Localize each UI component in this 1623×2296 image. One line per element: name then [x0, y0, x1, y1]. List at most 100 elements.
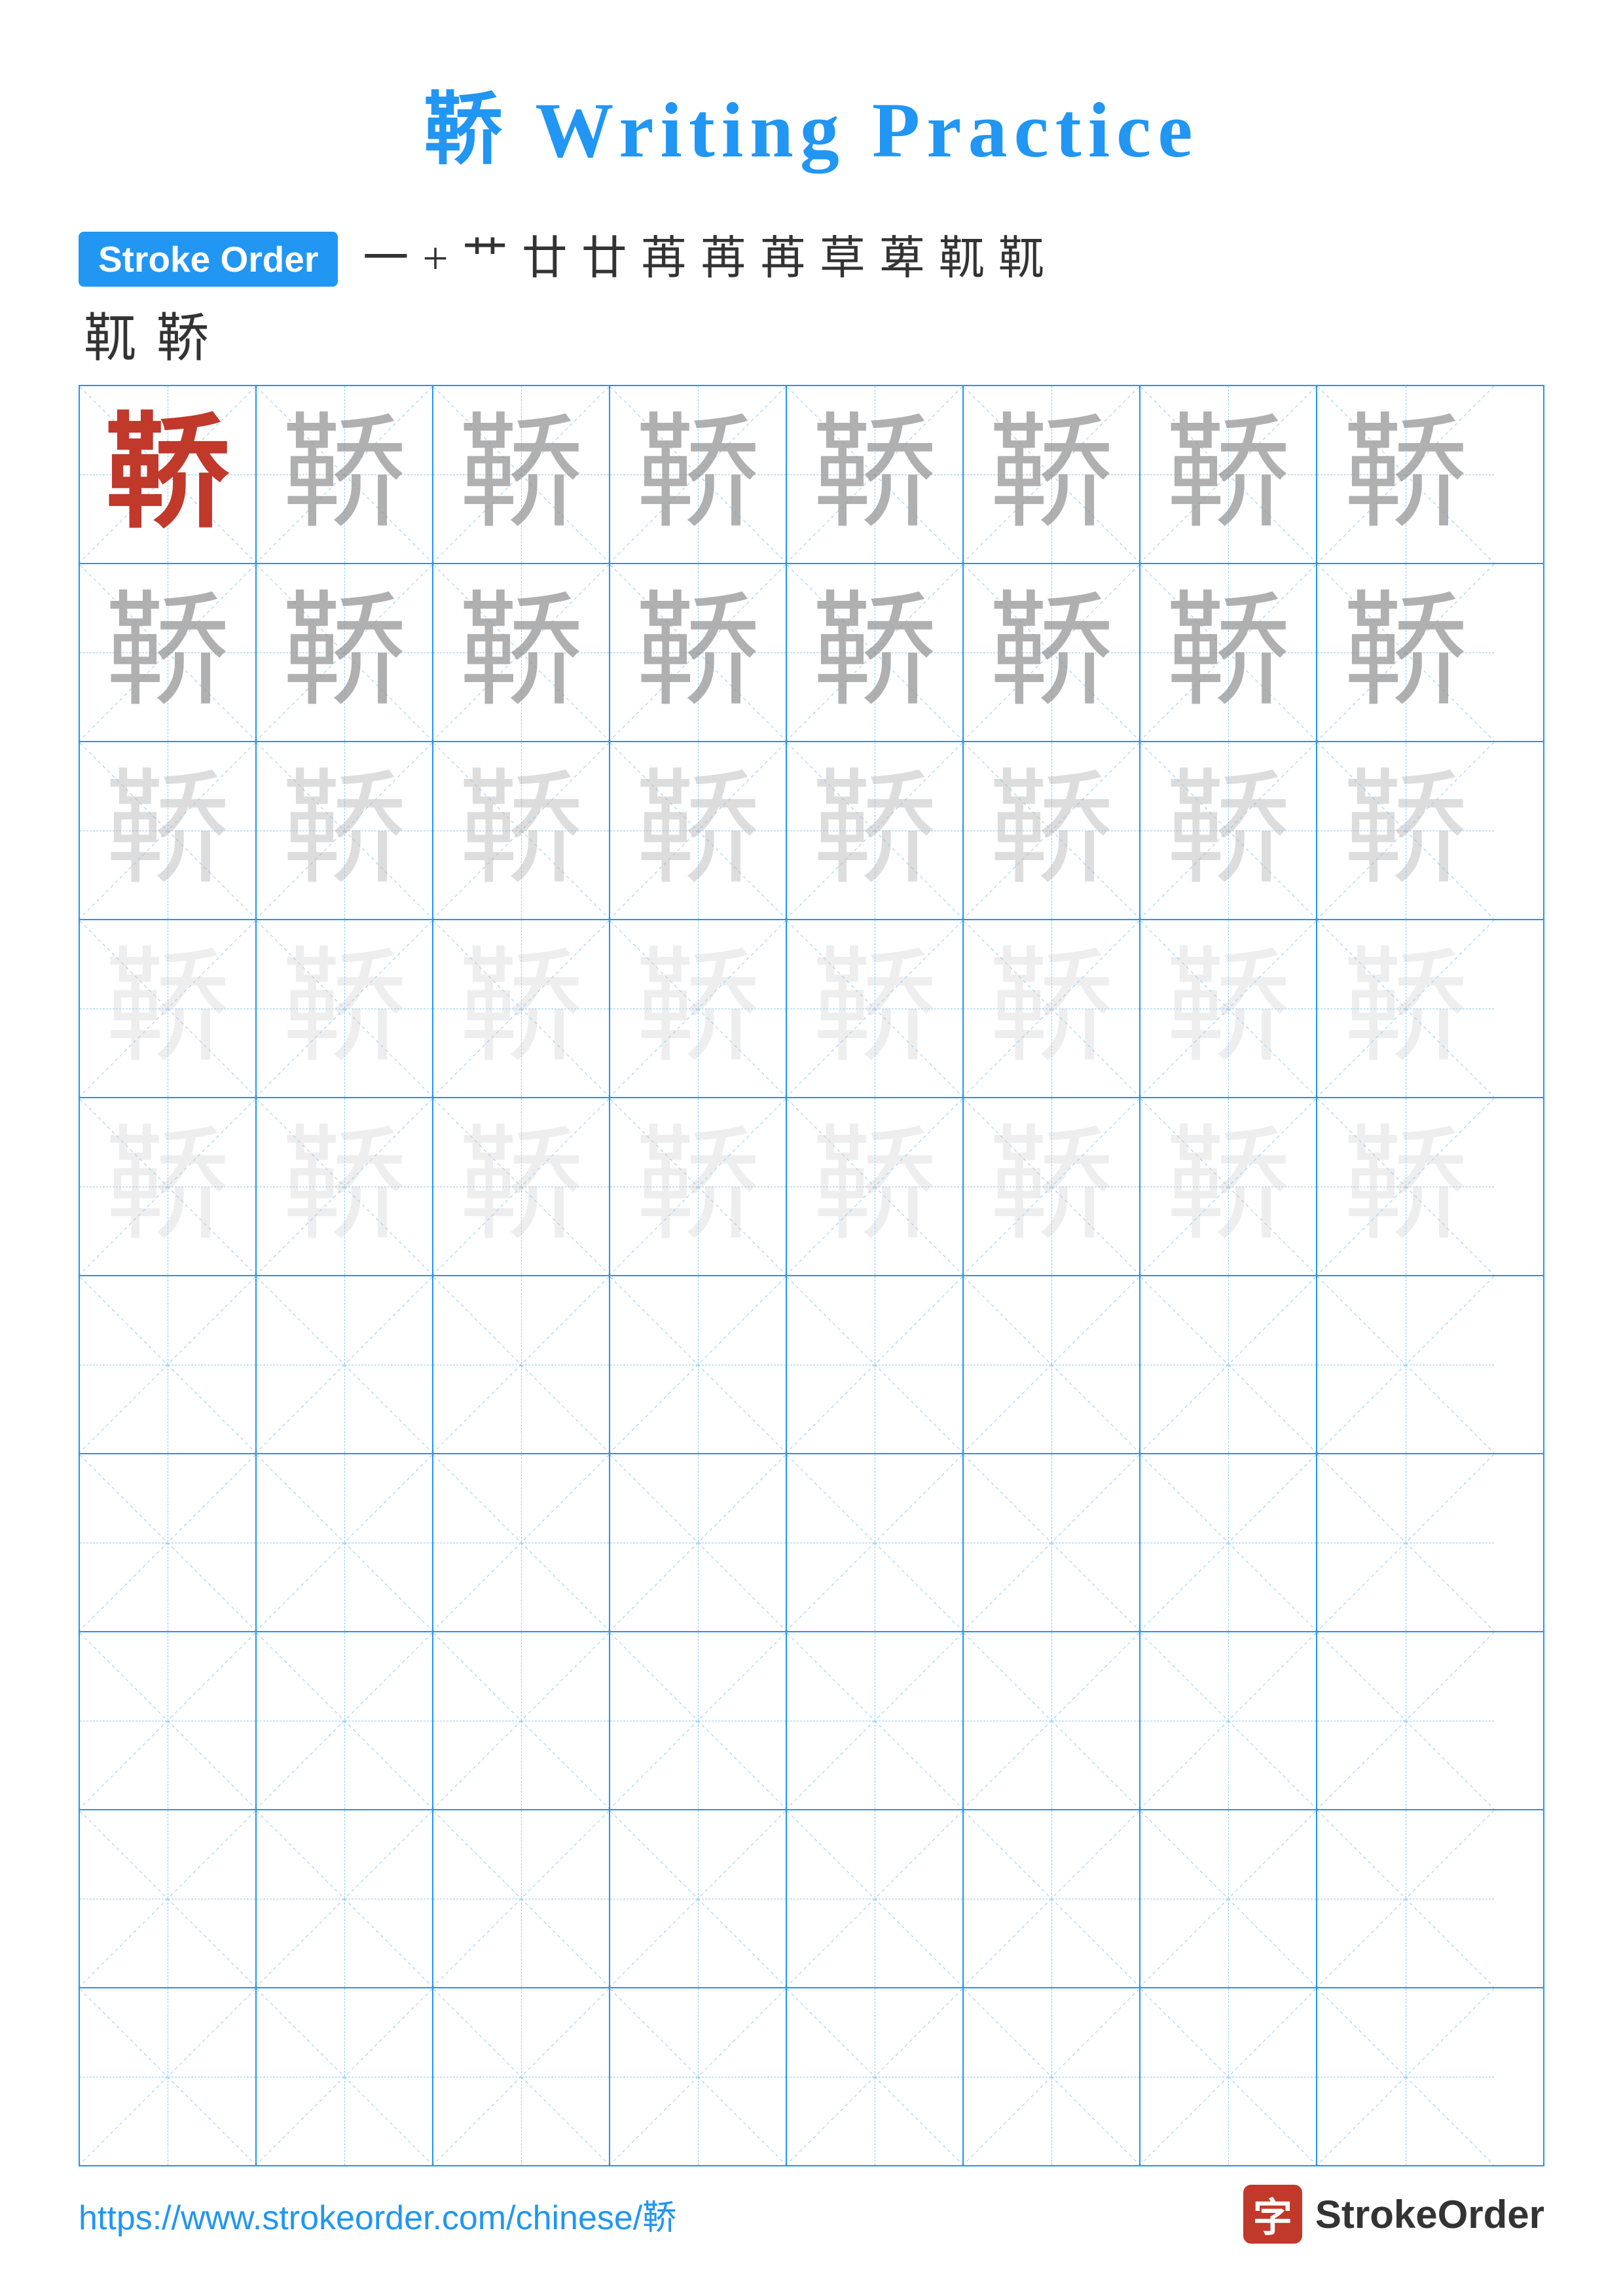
- grid-cell-6-4[interactable]: [787, 1454, 964, 1631]
- practice-char: 鞒: [459, 590, 583, 715]
- grid-cell-1-6[interactable]: 鞒: [1140, 564, 1317, 741]
- grid-cell-4-3[interactable]: 鞒: [610, 1098, 787, 1275]
- grid-cell-6-1[interactable]: [257, 1454, 433, 1631]
- grid-cell-0-6[interactable]: 鞒: [1140, 386, 1317, 563]
- practice-char: 鞒: [282, 590, 407, 715]
- stroke-seq-char-0: 一: [357, 236, 414, 282]
- grid-cell-0-1[interactable]: 鞒: [257, 386, 433, 563]
- grid-cell-0-2[interactable]: 鞒: [433, 386, 610, 563]
- grid-cell-9-1[interactable]: [257, 1988, 433, 2165]
- grid-cell-4-7[interactable]: 鞒: [1317, 1098, 1494, 1275]
- grid-cell-6-0[interactable]: [80, 1454, 257, 1631]
- grid-cell-4-0[interactable]: 鞒: [80, 1098, 257, 1275]
- grid-cell-0-7[interactable]: 鞒: [1317, 386, 1494, 563]
- grid-cell-7-3[interactable]: [610, 1632, 787, 1809]
- stroke-seq-char-3: 廿: [517, 236, 573, 282]
- grid-cell-8-7[interactable]: [1317, 1810, 1494, 1987]
- grid-cell-3-5[interactable]: 鞒: [964, 920, 1140, 1097]
- grid-cell-5-0[interactable]: [80, 1276, 257, 1453]
- grid-cell-7-4[interactable]: [787, 1632, 964, 1809]
- grid-cell-2-5[interactable]: 鞒: [964, 742, 1140, 919]
- grid-cell-4-5[interactable]: 鞒: [964, 1098, 1140, 1275]
- grid-cell-8-4[interactable]: [787, 1810, 964, 1987]
- grid-cell-4-4[interactable]: 鞒: [787, 1098, 964, 1275]
- grid-cell-3-2[interactable]: 鞒: [433, 920, 610, 1097]
- practice-char: 鞒: [282, 946, 407, 1071]
- stroke-seq-char-8: 草: [814, 236, 871, 282]
- stroke-below-char-0: 靰: [79, 313, 141, 365]
- grid-cell-4-6[interactable]: 鞒: [1140, 1098, 1317, 1275]
- grid-cell-7-0[interactable]: [80, 1632, 257, 1809]
- grid-cell-8-5[interactable]: [964, 1810, 1140, 1987]
- grid-cell-6-7[interactable]: [1317, 1454, 1494, 1631]
- grid-cell-6-5[interactable]: [964, 1454, 1140, 1631]
- grid-cell-5-5[interactable]: [964, 1276, 1140, 1453]
- grid-cell-2-3[interactable]: 鞒: [610, 742, 787, 919]
- grid-cell-3-0[interactable]: 鞒: [80, 920, 257, 1097]
- grid-cell-7-1[interactable]: [257, 1632, 433, 1809]
- grid-cell-2-2[interactable]: 鞒: [433, 742, 610, 919]
- grid-cell-3-7[interactable]: 鞒: [1317, 920, 1494, 1097]
- grid-cell-8-3[interactable]: [610, 1810, 787, 1987]
- grid-cell-9-5[interactable]: [964, 1988, 1140, 2165]
- grid-cell-1-2[interactable]: 鞒: [433, 564, 610, 741]
- grid-cell-5-6[interactable]: [1140, 1276, 1317, 1453]
- grid-cell-2-0[interactable]: 鞒: [80, 742, 257, 919]
- stroke-seq-char-11: 靰: [993, 236, 1049, 282]
- grid-cell-2-4[interactable]: 鞒: [787, 742, 964, 919]
- grid-cell-5-7[interactable]: [1317, 1276, 1494, 1453]
- grid-cell-9-2[interactable]: [433, 1988, 610, 2165]
- grid-cell-2-1[interactable]: 鞒: [257, 742, 433, 919]
- grid-cell-2-6[interactable]: 鞒: [1140, 742, 1317, 919]
- grid-cell-1-7[interactable]: 鞒: [1317, 564, 1494, 741]
- grid-cell-9-6[interactable]: [1140, 1988, 1317, 2165]
- practice-char: 鞒: [105, 412, 230, 537]
- practice-char: 鞒: [1166, 590, 1290, 715]
- grid-cell-8-6[interactable]: [1140, 1810, 1317, 1987]
- grid-cell-4-1[interactable]: 鞒: [257, 1098, 433, 1275]
- grid-cell-7-7[interactable]: [1317, 1632, 1494, 1809]
- practice-char: 鞒: [989, 1124, 1114, 1249]
- grid-cell-7-6[interactable]: [1140, 1632, 1317, 1809]
- grid-cell-5-4[interactable]: [787, 1276, 964, 1453]
- practice-char: 鞒: [459, 946, 583, 1071]
- practice-char: 鞒: [459, 412, 583, 537]
- grid-cell-0-5[interactable]: 鞒: [964, 386, 1140, 563]
- grid-cell-1-0[interactable]: 鞒: [80, 564, 257, 741]
- grid-row-1: 鞒 鞒 鞒 鞒 鞒 鞒 鞒 鞒: [80, 564, 1543, 742]
- grid-cell-1-1[interactable]: 鞒: [257, 564, 433, 741]
- grid-cell-6-3[interactable]: [610, 1454, 787, 1631]
- practice-char: 鞒: [459, 768, 583, 893]
- practice-char: 鞒: [636, 412, 760, 537]
- grid-cell-3-4[interactable]: 鞒: [787, 920, 964, 1097]
- grid-cell-3-3[interactable]: 鞒: [610, 920, 787, 1097]
- grid-cell-8-0[interactable]: [80, 1810, 257, 1987]
- grid-cell-0-0[interactable]: 鞒: [80, 386, 257, 563]
- grid-cell-6-2[interactable]: [433, 1454, 610, 1631]
- grid-cell-5-2[interactable]: [433, 1276, 610, 1453]
- grid-cell-5-1[interactable]: [257, 1276, 433, 1453]
- grid-cell-4-2[interactable]: 鞒: [433, 1098, 610, 1275]
- grid-cell-1-4[interactable]: 鞒: [787, 564, 964, 741]
- grid-cell-9-3[interactable]: [610, 1988, 787, 2165]
- grid-cell-7-5[interactable]: [964, 1632, 1140, 1809]
- grid-cell-6-6[interactable]: [1140, 1454, 1317, 1631]
- grid-cell-0-3[interactable]: 鞒: [610, 386, 787, 563]
- grid-cell-8-1[interactable]: [257, 1810, 433, 1987]
- grid-cell-1-3[interactable]: 鞒: [610, 564, 787, 741]
- stroke-sequence: 一+艹廿廿苒苒苒草萆靰靰: [357, 236, 1049, 282]
- grid-cell-7-2[interactable]: [433, 1632, 610, 1809]
- stroke-seq-char-6: 苒: [695, 236, 752, 282]
- grid-cell-8-2[interactable]: [433, 1810, 610, 1987]
- footer-url[interactable]: https://www.strokeorder.com/chinese/鞒: [79, 2190, 676, 2239]
- grid-cell-0-4[interactable]: 鞒: [787, 386, 964, 563]
- grid-cell-3-1[interactable]: 鞒: [257, 920, 433, 1097]
- grid-cell-1-5[interactable]: 鞒: [964, 564, 1140, 741]
- grid-cell-9-7[interactable]: [1317, 1988, 1494, 2165]
- grid-cell-5-3[interactable]: [610, 1276, 787, 1453]
- grid-cell-2-7[interactable]: 鞒: [1317, 742, 1494, 919]
- grid-cell-9-4[interactable]: [787, 1988, 964, 2165]
- practice-char: 鞒: [812, 590, 937, 715]
- grid-cell-9-0[interactable]: [80, 1988, 257, 2165]
- grid-cell-3-6[interactable]: 鞒: [1140, 920, 1317, 1097]
